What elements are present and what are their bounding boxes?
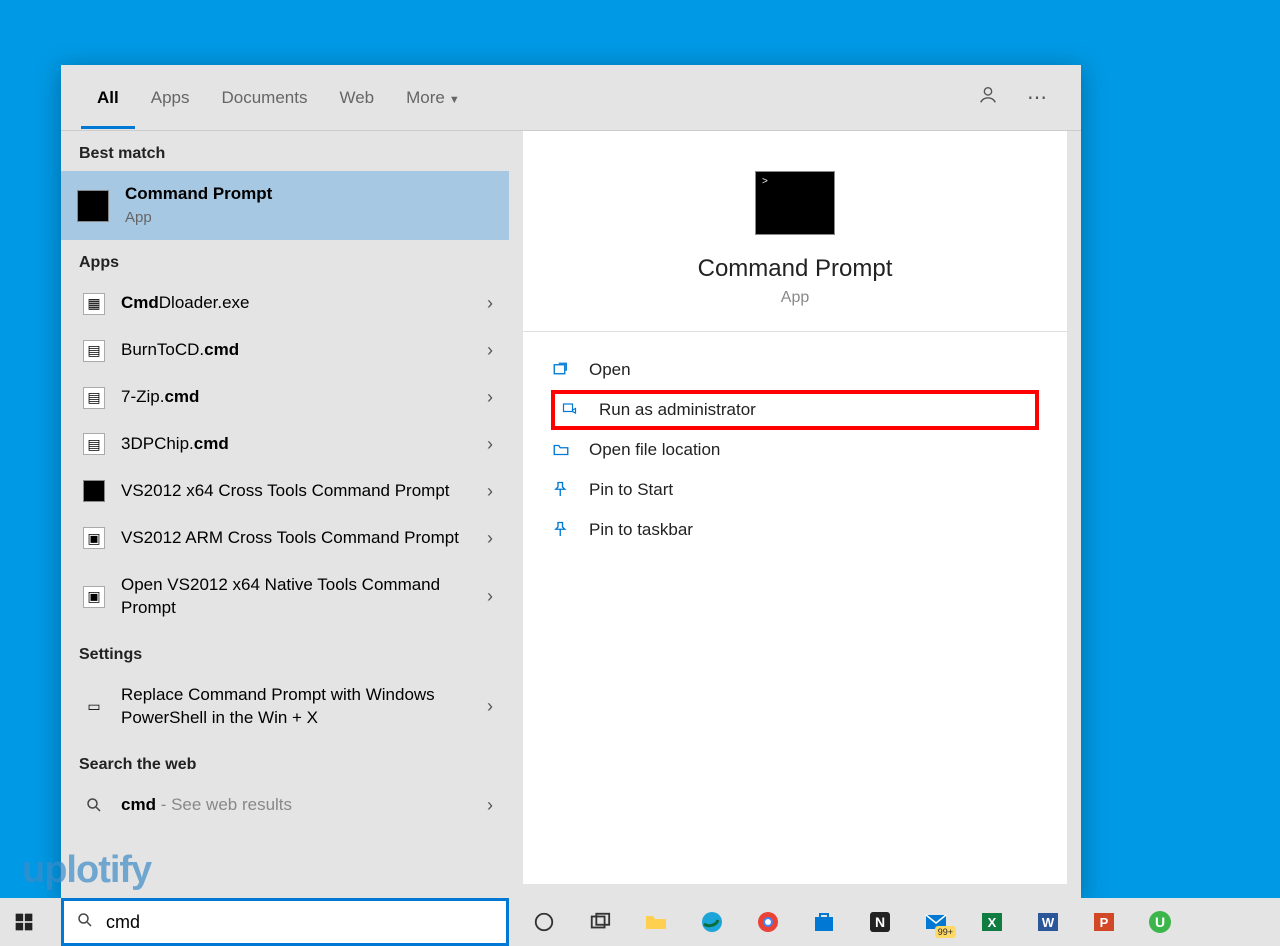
preview-title: Command Prompt [698, 255, 893, 283]
app-label: BurnToCD.cmd [121, 339, 479, 362]
svg-text:U: U [1155, 914, 1165, 930]
tab-web[interactable]: Web [323, 66, 390, 129]
action-pin-taskbar[interactable]: Pin to taskbar [551, 510, 1039, 550]
chevron-right-icon: › [487, 696, 493, 717]
taskbar-apps: N X W P U [520, 898, 1174, 946]
cmd-file-icon: ▤ [83, 387, 105, 409]
chevron-down-icon: ▼ [449, 94, 460, 106]
app-result[interactable]: VS2012 x64 Cross Tools Command Prompt › [61, 468, 509, 515]
shortcut-icon: ▣ [83, 586, 105, 608]
taskbar-search-box[interactable] [61, 898, 509, 946]
mail-icon[interactable] [922, 908, 950, 936]
chevron-right-icon: › [487, 387, 493, 408]
notion-icon[interactable]: N [866, 908, 894, 936]
tab-all[interactable]: All [81, 66, 135, 129]
action-pin-taskbar-label: Pin to taskbar [589, 520, 693, 540]
excel-icon[interactable]: X [978, 908, 1006, 936]
store-icon[interactable] [810, 908, 838, 936]
cmd-icon [77, 190, 109, 222]
pin-start-icon [551, 481, 571, 499]
cmd-file-icon: ▤ [83, 340, 105, 362]
feedback-icon[interactable] [963, 84, 1013, 112]
shortcut-icon: ▣ [83, 527, 105, 549]
app-result[interactable]: ▤ 3DPChip.cmd › [61, 421, 509, 468]
cmd-file-icon: ▤ [83, 433, 105, 455]
action-run-admin-label: Run as administrator [599, 400, 756, 420]
pin-taskbar-icon [551, 521, 571, 539]
file-explorer-icon[interactable] [642, 908, 670, 936]
action-pin-start-label: Pin to Start [589, 480, 673, 500]
start-search-popup: All Apps Documents Web More ▼ ⋯ Best matc… [61, 65, 1081, 898]
app-result[interactable]: ▤ 7-Zip.cmd › [61, 374, 509, 421]
setting-label: Replace Command Prompt with Windows Powe… [121, 684, 479, 730]
open-icon [551, 361, 571, 379]
app-label: VS2012 x64 Cross Tools Command Prompt [121, 480, 479, 503]
edge-icon[interactable] [698, 908, 726, 936]
chrome-icon[interactable] [754, 908, 782, 936]
exe-icon: ▦ [83, 293, 105, 315]
app-result[interactable]: ▣ VS2012 ARM Cross Tools Command Prompt … [61, 515, 509, 562]
web-result-label: cmd - See web results [121, 794, 479, 817]
action-open-location[interactable]: Open file location [551, 430, 1039, 470]
folder-icon [551, 441, 571, 459]
setting-result[interactable]: ▭ Replace Command Prompt with Windows Po… [61, 672, 509, 742]
powerpoint-icon[interactable]: P [1090, 908, 1118, 936]
search-icon [76, 911, 94, 934]
search-tabs: All Apps Documents Web More ▼ ⋯ [61, 65, 1081, 131]
best-match-subtitle: App [125, 208, 493, 228]
start-button[interactable] [0, 912, 48, 932]
admin-icon [561, 401, 581, 419]
tab-documents[interactable]: Documents [205, 66, 323, 129]
app-result[interactable]: ▤ BurnToCD.cmd › [61, 327, 509, 374]
app-label: 7-Zip.cmd [121, 386, 479, 409]
tab-more[interactable]: More ▼ [390, 66, 476, 129]
cortana-icon[interactable] [530, 908, 558, 936]
section-apps: Apps [61, 240, 509, 280]
preview-panel: Command Prompt App Open Run as administr… [523, 131, 1067, 884]
section-searchweb: Search the web [61, 742, 509, 782]
app-label: CmdDloader.exe [121, 292, 479, 315]
results-panel: Best match Command Prompt App Apps ▦ Cmd… [61, 131, 509, 898]
chevron-right-icon: › [487, 434, 493, 455]
chevron-right-icon: › [487, 586, 493, 607]
app-result[interactable]: ▣ Open VS2012 x64 Native Tools Command P… [61, 562, 509, 632]
tab-apps[interactable]: Apps [135, 66, 206, 129]
cmd-icon [83, 480, 105, 502]
preview-app-icon [755, 171, 835, 235]
app-label: 3DPChip.cmd [121, 433, 479, 456]
search-icon [83, 794, 105, 816]
svg-text:N: N [875, 914, 885, 930]
action-open-label: Open [589, 360, 631, 380]
chevron-right-icon: › [487, 293, 493, 314]
word-icon[interactable]: W [1034, 908, 1062, 936]
action-run-admin[interactable]: Run as administrator [551, 390, 1039, 430]
app-label: VS2012 ARM Cross Tools Command Prompt [121, 527, 479, 550]
svg-text:W: W [1042, 915, 1055, 930]
best-match-title: Command Prompt [125, 183, 493, 206]
chevron-right-icon: › [487, 528, 493, 549]
app-label: Open VS2012 x64 Native Tools Command Pro… [121, 574, 479, 620]
chevron-right-icon: › [487, 481, 493, 502]
web-result[interactable]: cmd - See web results › [61, 782, 509, 829]
preview-subtitle: App [781, 289, 809, 307]
best-match-result[interactable]: Command Prompt App [61, 171, 509, 240]
svg-text:X: X [988, 915, 997, 930]
search-input[interactable] [106, 912, 494, 933]
section-best-match: Best match [61, 131, 509, 171]
app-result[interactable]: ▦ CmdDloader.exe › [61, 280, 509, 327]
section-settings: Settings [61, 632, 509, 672]
action-pin-start[interactable]: Pin to Start [551, 470, 1039, 510]
more-options-icon[interactable]: ⋯ [1013, 85, 1061, 110]
action-open[interactable]: Open [551, 350, 1039, 390]
tab-more-label: More [406, 88, 445, 107]
utorrent-icon[interactable]: U [1146, 908, 1174, 936]
svg-text:P: P [1100, 915, 1109, 930]
action-open-location-label: Open file location [589, 440, 720, 460]
chevron-right-icon: › [487, 340, 493, 361]
task-view-icon[interactable] [586, 908, 614, 936]
chevron-right-icon: › [487, 795, 493, 816]
settings-icon: ▭ [83, 696, 105, 718]
